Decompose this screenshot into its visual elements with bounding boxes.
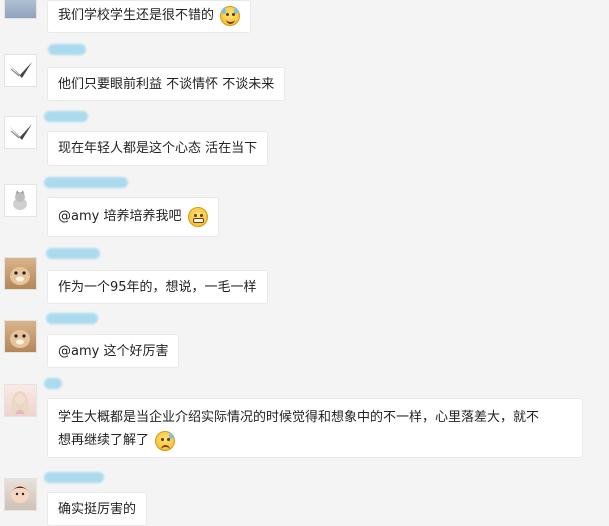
message-bubble: 作为一个95年的，想说，一毛一样: [47, 270, 268, 304]
chat-log[interactable]: 我们学校学生还是很不错的 他们只要眼前利益 不谈情怀 不谈未来 现在年轻人都是这…: [0, 0, 609, 526]
sender-name-redacted: [48, 44, 86, 55]
sender-name-redacted: [44, 111, 88, 122]
message-text: @amy 这个好厉害: [58, 344, 169, 359]
hamster-avatar-icon: [10, 267, 30, 285]
message-text: 他们只要眼前利益 不谈情怀 不谈未来: [58, 77, 275, 92]
message-bubble: 他们只要眼前利益 不谈情怀 不谈未来: [47, 67, 286, 101]
message-text: @amy 培养培养我吧: [58, 209, 182, 224]
laughing-tears-icon: [220, 5, 241, 26]
user-avatar[interactable]: [4, 184, 37, 217]
hamster-avatar-icon: [10, 330, 30, 348]
message-bubble: @amy 培养培养我吧: [47, 197, 219, 237]
swallow-avatar-icon: [9, 124, 32, 140]
message-text-line-2: 想再继续了解了: [58, 429, 572, 452]
sender-name-redacted: [44, 378, 62, 389]
message-text: 作为一个95年的，想说，一毛一样: [58, 280, 257, 295]
sender-name-redacted: [46, 313, 98, 324]
message-bubble: 学生大概都是当企业介绍实际情况的时候觉得和想象中的不一样，心里落差大，就不 想再…: [47, 398, 583, 458]
message-bubble: 我们学校学生还是很不错的: [47, 0, 252, 33]
user-avatar[interactable]: [4, 320, 37, 353]
girl-avatar-icon: [11, 391, 29, 414]
sender-name-redacted: [46, 248, 100, 259]
user-avatar[interactable]: [4, 116, 37, 149]
message-bubble: 确实挺厉害的: [47, 492, 148, 526]
user-avatar[interactable]: [4, 478, 37, 511]
grinning-icon: [187, 206, 208, 227]
message-text: 现在年轻人都是这个心态 活在当下: [58, 141, 258, 156]
user-avatar[interactable]: [4, 384, 37, 417]
user-avatar[interactable]: [4, 54, 37, 87]
sender-name-redacted: [44, 472, 104, 483]
message-bubble: @amy 这个好厉害: [47, 334, 180, 368]
user-avatar[interactable]: [4, 0, 37, 19]
user-avatar[interactable]: [4, 257, 37, 290]
message-text: 我们学校学生还是很不错的: [58, 8, 215, 23]
sweat-smile-icon: [155, 430, 176, 451]
message-text-line-2-text: 想再继续了解了: [58, 433, 150, 448]
message-bubble: 现在年轻人都是这个心态 活在当下: [47, 131, 269, 166]
message-text: 确实挺厉害的: [58, 502, 137, 517]
sender-name-redacted: [44, 177, 128, 188]
message-text-line-1: 学生大概都是当企业介绍实际情况的时候觉得和想象中的不一样，心里落差大，就不: [58, 410, 540, 425]
kitten-avatar-icon: [13, 190, 27, 210]
swallow-avatar-icon: [9, 62, 32, 78]
child-avatar-icon: [11, 485, 29, 503]
